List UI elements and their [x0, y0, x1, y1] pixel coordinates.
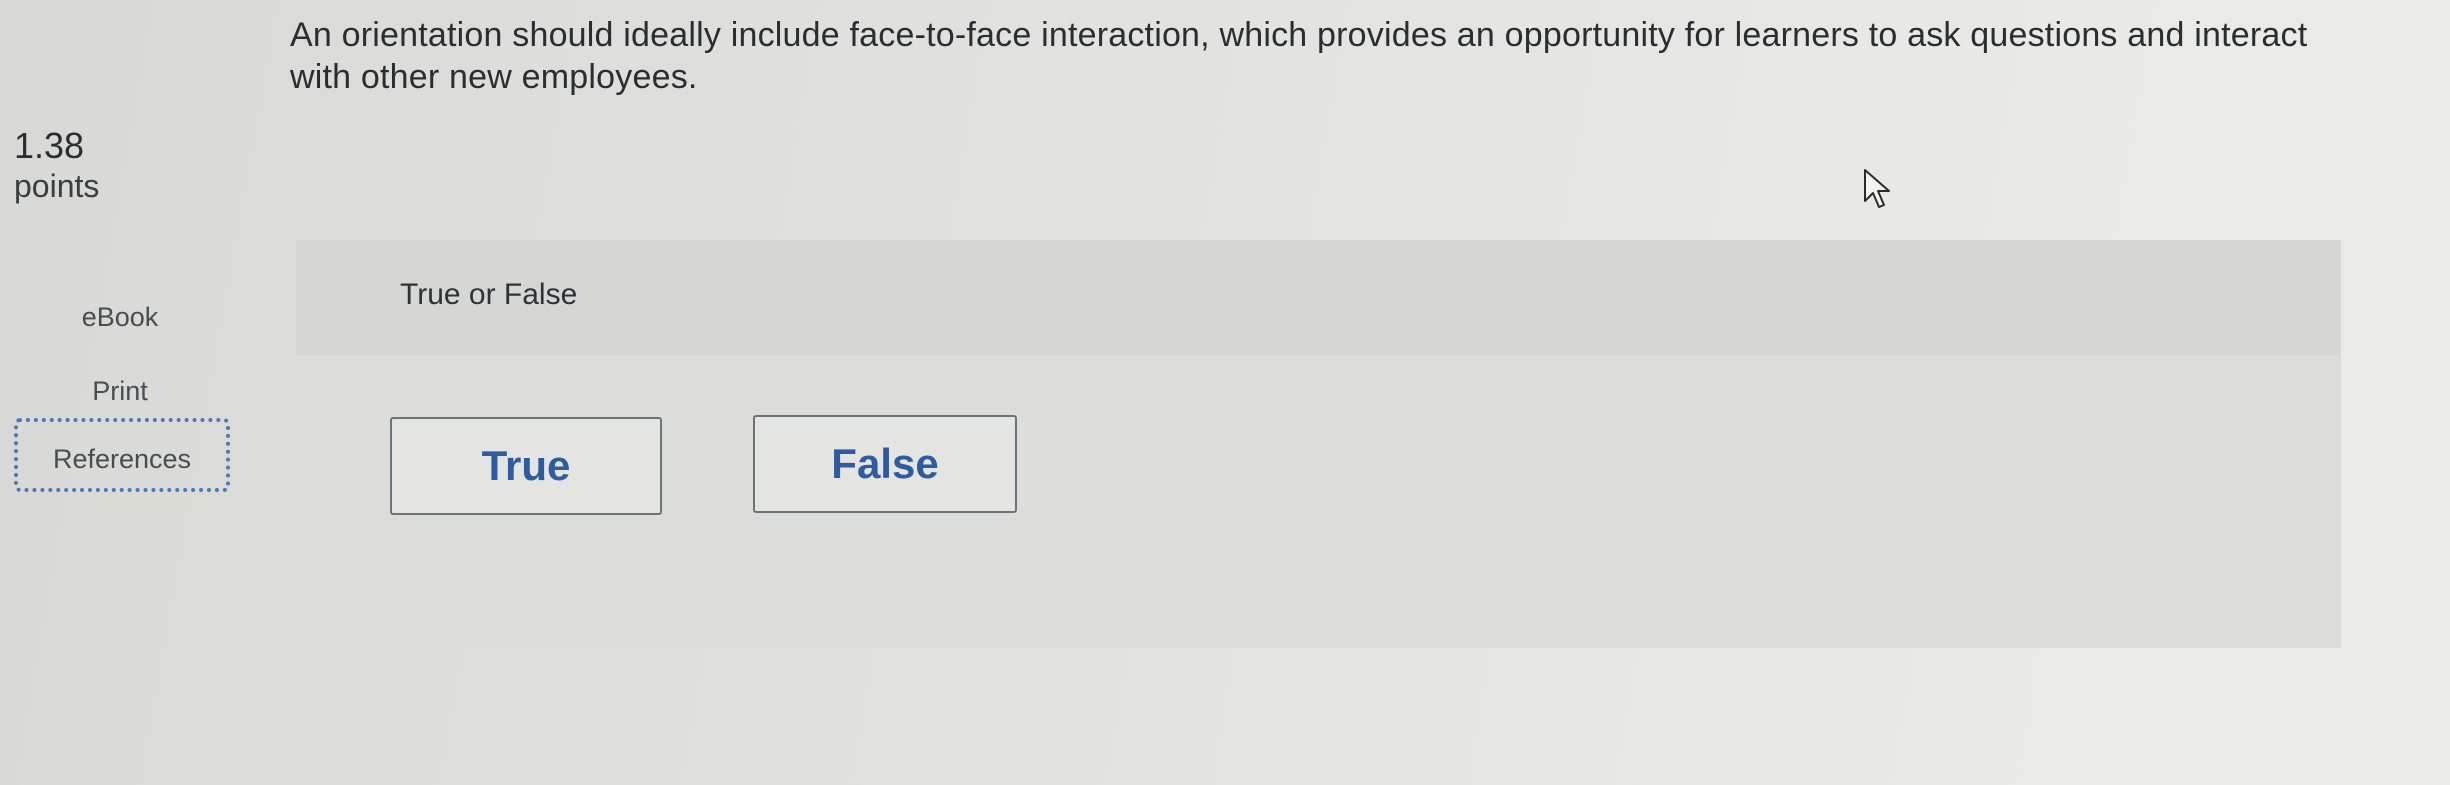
- question-text: An orientation should ideally include fa…: [290, 16, 2308, 96]
- mouse-pointer-icon: [1864, 169, 1890, 208]
- question-type-label: True or False: [400, 278, 578, 311]
- answer-panel: True or False True False: [296, 240, 2341, 648]
- print-link[interactable]: Print: [0, 376, 245, 407]
- true-button[interactable]: True: [390, 417, 662, 515]
- question-score: 1.38 points: [14, 126, 99, 206]
- score-value: 1.38: [14, 125, 85, 166]
- answer-panel-header: True or False: [296, 240, 2341, 355]
- references-button[interactable]: References: [14, 418, 230, 492]
- ebook-link[interactable]: eBook: [0, 302, 245, 333]
- score-unit: points: [14, 168, 100, 204]
- false-button[interactable]: False: [753, 415, 1017, 513]
